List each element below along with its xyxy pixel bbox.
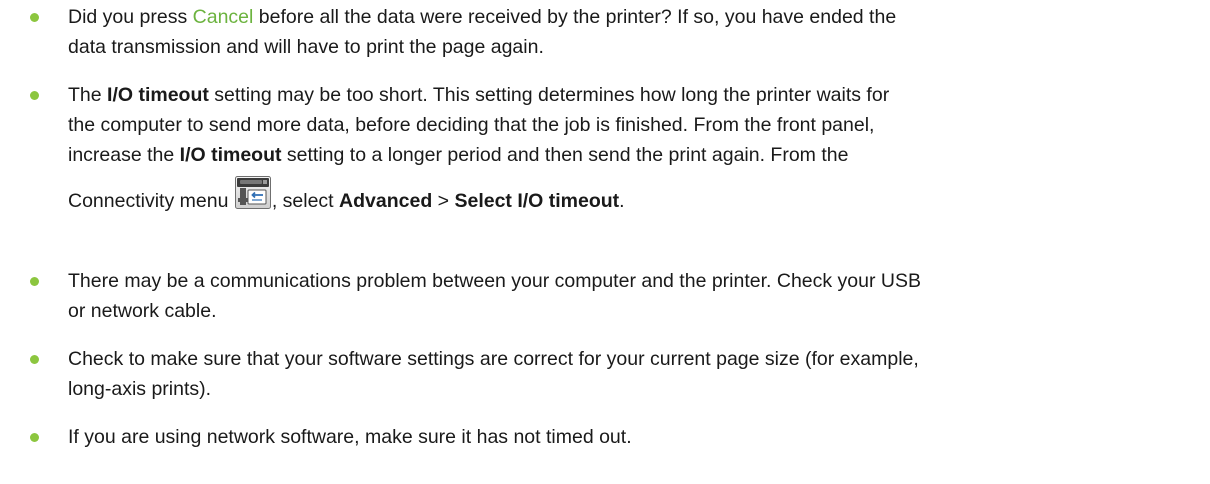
text-line: or network cable.	[68, 300, 217, 322]
list-item-text: The I/O timeout setting may be too short…	[68, 80, 1203, 223]
text-line: Did you press Cancel before all the data…	[68, 2, 1203, 32]
list-item-text: Check to make sure that your software se…	[68, 344, 1203, 404]
text-line: Check to make sure that your software se…	[68, 348, 919, 370]
list-item-text: If you are using network software, make …	[68, 422, 1203, 452]
bullet-dot	[30, 277, 39, 286]
bullet-dot	[30, 91, 39, 100]
text-segment: setting may be too short. This setting d…	[208, 84, 890, 106]
text-line: data transmission and will have to print…	[68, 36, 544, 58]
text-line: If you are using network software, make …	[68, 426, 632, 448]
text-segment: .	[619, 190, 625, 212]
text-segment: Connectivity menu	[68, 190, 234, 212]
text-line: There may be a communications problem be…	[68, 270, 922, 292]
bullet-dot	[30, 13, 39, 22]
bullet-dot	[30, 355, 39, 364]
text-line: increase the I/O timeout setting to a lo…	[68, 140, 1203, 170]
text-line: long-axis prints).	[68, 378, 212, 400]
text-segment: increase the	[68, 144, 180, 166]
advanced-menu-item: Advanced	[339, 190, 433, 212]
text-segment: The	[68, 84, 108, 106]
text-segment: Did you press	[68, 6, 193, 28]
text-segment: setting to a longer period and then send…	[281, 144, 849, 166]
select-io-timeout-menu-item: Select I/O timeout	[454, 190, 620, 212]
bullet-dot	[30, 433, 39, 442]
text-segment: , select	[271, 190, 340, 212]
cancel-link[interactable]: Cancel	[193, 6, 254, 28]
connectivity-icon	[234, 176, 271, 209]
list-item-text: There may be a communications problem be…	[68, 266, 1203, 326]
io-timeout-term: I/O timeout	[107, 84, 209, 106]
io-timeout-term: I/O timeout	[179, 144, 282, 166]
text-segment: >	[432, 190, 455, 212]
text-segment: before all the data were received by the…	[253, 6, 897, 28]
text-line: The I/O timeout setting may be too short…	[68, 80, 1203, 110]
list-item-text: Did you press Cancel before all the data…	[68, 2, 1203, 62]
text-line: the computer to send more data, before d…	[68, 114, 875, 136]
text-line: Connectivity menu , select Advanced > Se…	[68, 176, 1203, 223]
